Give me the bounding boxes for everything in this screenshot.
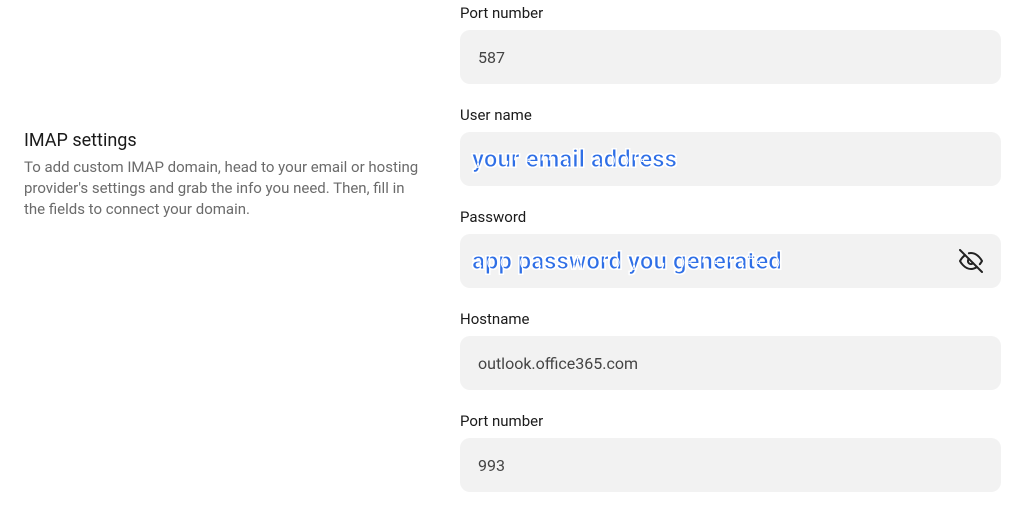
port-number-2-input[interactable]: 993	[460, 438, 1001, 492]
port-number-value: 587	[478, 48, 505, 67]
hostname-label: Hostname	[460, 310, 1001, 328]
port-number-input[interactable]: 587	[460, 30, 1001, 84]
port-number-2-value: 993	[478, 456, 505, 475]
username-input[interactable]: your email address	[460, 132, 1001, 186]
hostname-value: outlook.office365.com	[478, 354, 638, 373]
settings-description-panel: IMAP settings To add custom IMAP domain,…	[0, 0, 460, 514]
port-number-field-group: Port number 587	[460, 4, 1001, 84]
password-input[interactable]: app password you generated	[460, 234, 1001, 288]
password-field-group: Password app password you generated	[460, 208, 1001, 288]
port-number-label: Port number	[460, 4, 1001, 22]
settings-form: Port number 587 User name your email add…	[460, 0, 1031, 514]
username-annotation-overlay: your email address	[472, 145, 677, 173]
username-label: User name	[460, 106, 1001, 124]
password-annotation-overlay: app password you generated	[472, 247, 782, 275]
port-number-2-field-group: Port number 993	[460, 412, 1001, 492]
password-label: Password	[460, 208, 1001, 226]
toggle-password-visibility-icon[interactable]	[959, 249, 983, 273]
section-title: IMAP settings	[24, 130, 420, 151]
section-description: To add custom IMAP domain, head to your …	[24, 157, 420, 220]
hostname-field-group: Hostname outlook.office365.com	[460, 310, 1001, 390]
port-number-2-label: Port number	[460, 412, 1001, 430]
username-field-group: User name your email address	[460, 106, 1001, 186]
hostname-input[interactable]: outlook.office365.com	[460, 336, 1001, 390]
